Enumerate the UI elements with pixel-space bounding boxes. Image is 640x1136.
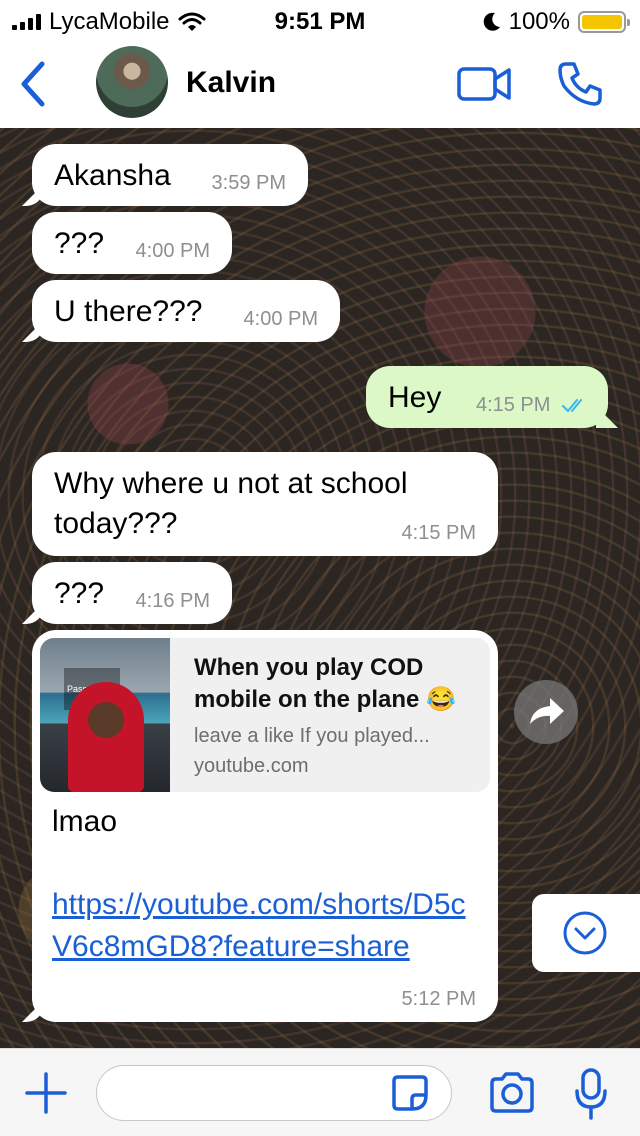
battery-percent: 100% [508,8,570,35]
message-text: Why where u not at school today??? [54,467,408,540]
camera-icon[interactable] [488,1071,536,1115]
message-time: 4:00 PM [243,308,318,330]
link-preview-card[interactable]: Passengers: When you play COD mobile on … [40,638,490,792]
forward-button[interactable] [514,680,578,744]
status-bar: LycaMobile 9:51 PM 100% [0,0,640,40]
preview-description: leave a like If you played... [194,725,430,747]
message-bubble-outgoing[interactable]: Hey 4:15 PM [366,366,608,428]
message-time: 3:59 PM [211,172,286,194]
message-text: U there??? [54,295,203,328]
message-bubble[interactable]: Akansha 3:59 PM [32,144,308,206]
message-text: Hey [388,381,442,414]
link-message-bubble[interactable]: Passengers: When you play COD mobile on … [32,630,498,1022]
preview-domain: youtube.com [194,755,309,777]
scroll-to-bottom-button[interactable] [532,894,640,972]
contact-name[interactable]: Kalvin [186,66,276,100]
message-time: 4:15 PM [401,522,476,544]
video-call-icon[interactable] [456,64,512,104]
chat-area[interactable]: Akansha 3:59 PM ??? 4:00 PM U there??? 4… [0,128,640,1048]
message-text: ??? [54,577,105,610]
message-time: 5:12 PM [401,988,476,1010]
message-bubble[interactable]: ??? 4:00 PM [32,212,232,274]
message-input-bar [0,1048,640,1136]
message-meta: 4:15 PM [476,394,588,416]
battery-icon [578,11,630,33]
message-text: ??? [54,227,105,260]
phone-icon[interactable] [556,60,604,108]
message-text: lmao [52,805,118,838]
message-time: 4:15 PM [475,394,551,416]
preview-title: When you play COD mobile on the plane 😂 [194,654,456,713]
message-bubble[interactable]: U there??? 4:00 PM [32,280,340,342]
message-bubble[interactable]: ??? 4:16 PM [32,562,232,624]
video-thumbnail: Passengers: [40,638,170,792]
forward-icon [530,698,564,724]
double-check-icon [562,399,582,413]
plus-icon[interactable] [24,1071,68,1115]
moon-icon [483,12,500,31]
back-chevron-icon[interactable] [16,58,48,110]
chat-header: Kalvin [0,40,640,128]
avatar[interactable] [96,46,168,118]
message-time: 4:00 PM [135,240,210,262]
microphone-icon[interactable] [574,1067,608,1121]
status-right: 100% [483,8,630,36]
sticker-icon[interactable] [390,1073,430,1113]
message-bubble[interactable]: Why where u not at school today??? 4:15 … [32,452,498,556]
message-link[interactable]: https://youtube.com/shorts/D5cV6c8mGD8?f… [52,884,472,968]
message-text: Akansha [54,159,171,192]
chevron-down-circle-icon [563,911,607,955]
message-time: 4:16 PM [135,590,210,612]
